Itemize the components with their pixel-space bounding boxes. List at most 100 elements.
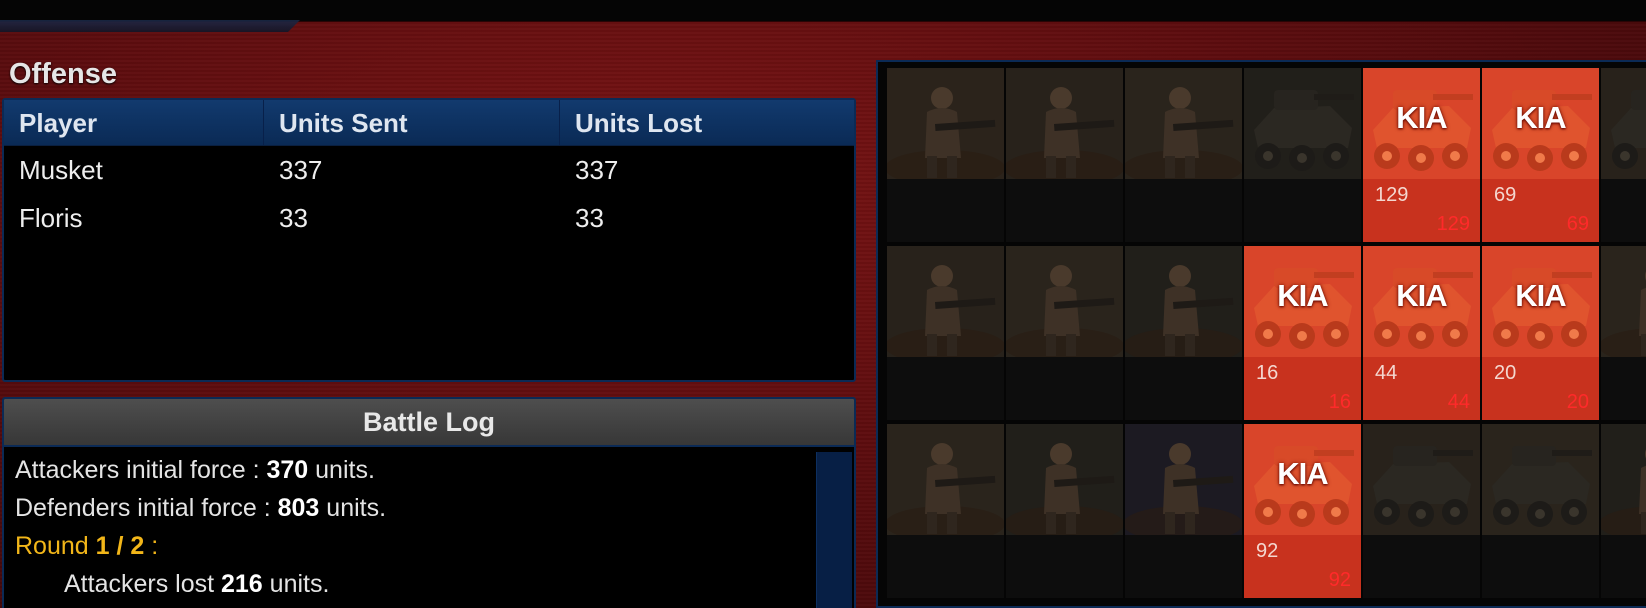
unit-stats: 16 16 — [1244, 357, 1361, 420]
unit-lost-count: 129 — [1436, 213, 1470, 235]
infantry-portrait — [887, 246, 1004, 357]
unit-lost-count: 20 — [1566, 391, 1589, 413]
kia-label: KIA — [1277, 278, 1328, 313]
unit-sent-count: 92 — [1256, 540, 1279, 562]
unit-card[interactable] — [1482, 424, 1599, 598]
unit-card[interactable] — [887, 246, 1004, 420]
unit-card[interactable] — [1601, 68, 1646, 242]
unit-stats — [1482, 535, 1599, 598]
battle-log: Battle Log Attackers initial force : 370… — [2, 397, 856, 608]
unit-stats — [1006, 357, 1123, 420]
player-name: Musket — [19, 154, 103, 185]
battle-log-scrollbar[interactable] — [816, 452, 852, 608]
log-text: Attackers lost — [64, 570, 221, 598]
unit-lost-count: 44 — [1447, 391, 1470, 413]
table-row: Floris 33 33 — [4, 194, 854, 242]
unit-card[interactable] — [1125, 246, 1242, 420]
unit-card[interactable] — [887, 424, 1004, 598]
offense-table-header: Player Units Sent Units Lost — [4, 100, 854, 146]
header-player: Player — [4, 100, 264, 145]
log-round-line: Round 1 / 2 : — [15, 529, 854, 567]
kia-label: KIA — [1515, 278, 1566, 313]
kia-label: KIA — [1396, 100, 1447, 135]
unit-stats — [887, 535, 1004, 598]
unit-stats: 20 20 — [1482, 357, 1599, 420]
log-text: units. — [319, 494, 387, 522]
infantry-portrait — [1125, 424, 1242, 535]
tank-portrait — [1363, 424, 1480, 535]
unit-card[interactable] — [1006, 424, 1123, 598]
tank-portrait — [1482, 424, 1599, 535]
infantry-portrait — [1006, 424, 1123, 535]
unit-stats — [1244, 179, 1361, 242]
infantry-portrait — [1125, 246, 1242, 357]
log-line: Defenders initial force : 803 units. — [15, 491, 854, 529]
unit-card[interactable] — [1363, 424, 1480, 598]
log-value: 216 — [221, 570, 263, 598]
battle-log-body[interactable]: Attackers initial force : 370 units. Def… — [4, 447, 854, 605]
infantry-portrait — [1601, 246, 1646, 357]
unit-stats — [1006, 179, 1123, 242]
unit-card[interactable] — [1006, 68, 1123, 242]
tank-portrait — [1601, 68, 1646, 179]
unit-card-kia[interactable]: 16 16 KIA — [1244, 246, 1361, 420]
unit-sent-count: 69 — [1494, 184, 1517, 206]
unit-card[interactable] — [887, 68, 1004, 242]
kia-label: KIA — [1515, 100, 1566, 135]
header-units-sent: Units Sent — [264, 100, 560, 145]
unit-card[interactable] — [1125, 424, 1242, 598]
log-value: 803 — [277, 494, 320, 522]
offense-title: Offense — [9, 58, 117, 90]
unit-stats — [1125, 535, 1242, 598]
unit-stats — [1363, 535, 1480, 598]
offense-table: Player Units Sent Units Lost Musket 337 … — [2, 98, 856, 382]
infantry-portrait — [887, 68, 1004, 179]
table-row: Musket 337 337 — [4, 146, 854, 194]
infantry-portrait — [1006, 68, 1123, 179]
unit-card-kia[interactable]: 92 92 KIA — [1244, 424, 1361, 598]
units-sent: 33 — [279, 202, 308, 233]
unit-sent-count: 16 — [1256, 362, 1279, 384]
unit-stats — [1601, 179, 1646, 242]
unit-lost-count: 92 — [1328, 569, 1351, 591]
unit-card[interactable] — [1601, 424, 1646, 598]
unit-card[interactable] — [1006, 246, 1123, 420]
top-bar — [0, 0, 1646, 22]
unit-card-kia[interactable]: 129 129 KIA — [1363, 68, 1480, 242]
unit-stats — [1601, 535, 1646, 598]
unit-lost-count: 16 — [1328, 391, 1351, 413]
unit-card[interactable] — [1244, 68, 1361, 242]
infantry-portrait — [1006, 246, 1123, 357]
units-lost: 33 — [575, 202, 604, 233]
kia-label: KIA — [1277, 456, 1328, 491]
log-line: Attackers lost 216 units. — [15, 567, 854, 605]
unit-stats — [1006, 535, 1123, 598]
log-line: Attackers initial force : 370 units. — [15, 453, 854, 491]
unit-card[interactable] — [1125, 68, 1242, 242]
unit-card[interactable] — [1601, 246, 1646, 420]
unit-card-kia[interactable]: 20 20 KIA — [1482, 246, 1599, 420]
unit-sent-count: 20 — [1494, 362, 1517, 384]
tank-portrait — [1244, 68, 1361, 179]
unit-card-kia[interactable]: 69 69 KIA — [1482, 68, 1599, 242]
unit-sent-count: 129 — [1375, 184, 1409, 206]
infantry-portrait — [1125, 68, 1242, 179]
header-units-lost: Units Lost — [575, 108, 703, 138]
log-text: : — [144, 532, 159, 560]
log-value: 370 — [266, 456, 309, 484]
top-tab-edge — [0, 20, 300, 32]
battle-log-title: Battle Log — [4, 399, 854, 447]
log-text: Round — [15, 532, 96, 560]
unit-stats — [887, 179, 1004, 242]
log-value: 1 / 2 — [95, 532, 145, 560]
player-name: Floris — [19, 202, 83, 233]
unit-card-kia[interactable]: 44 44 KIA — [1363, 246, 1480, 420]
unit-stats: 69 69 — [1482, 179, 1599, 242]
unit-stats — [887, 357, 1004, 420]
unit-grid: 129 129 KIA 69 69 KIA 16 16 KIA 44 44 KI… — [876, 60, 1646, 608]
log-text: Attackers initial force : — [15, 456, 267, 484]
unit-stats: 92 92 — [1244, 535, 1361, 598]
unit-sent-count: 44 — [1375, 362, 1398, 384]
infantry-portrait — [887, 424, 1004, 535]
kia-label: KIA — [1396, 278, 1447, 313]
